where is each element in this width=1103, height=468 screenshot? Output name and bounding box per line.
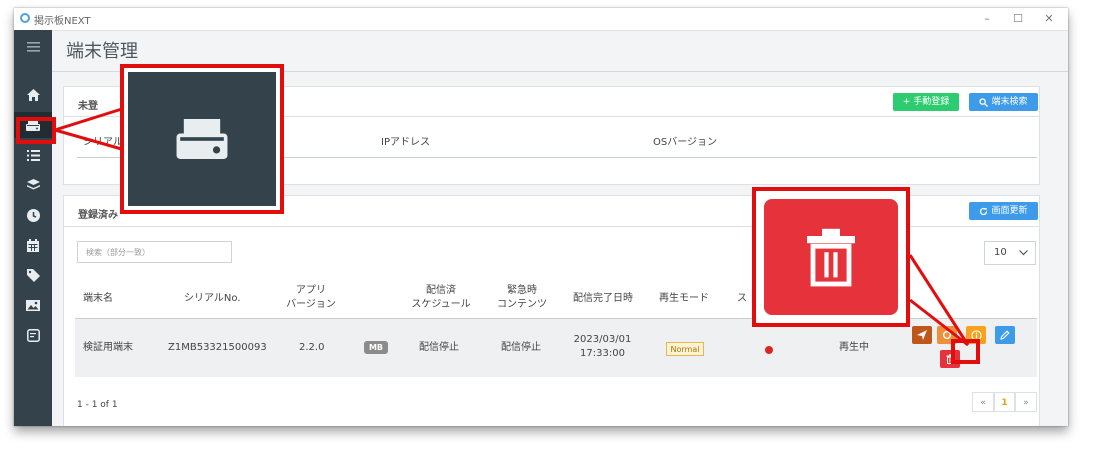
terminal-icon-callout bbox=[120, 64, 284, 214]
terminal-icon-callout-inner bbox=[128, 72, 276, 206]
delete-button-highlight bbox=[951, 339, 980, 364]
delete-icon-callout bbox=[752, 187, 910, 327]
delete-icon-callout-inner bbox=[764, 199, 898, 315]
trash-icon bbox=[807, 228, 855, 287]
terminal-device-icon bbox=[176, 119, 228, 159]
terminal-icon-highlight bbox=[16, 117, 56, 144]
